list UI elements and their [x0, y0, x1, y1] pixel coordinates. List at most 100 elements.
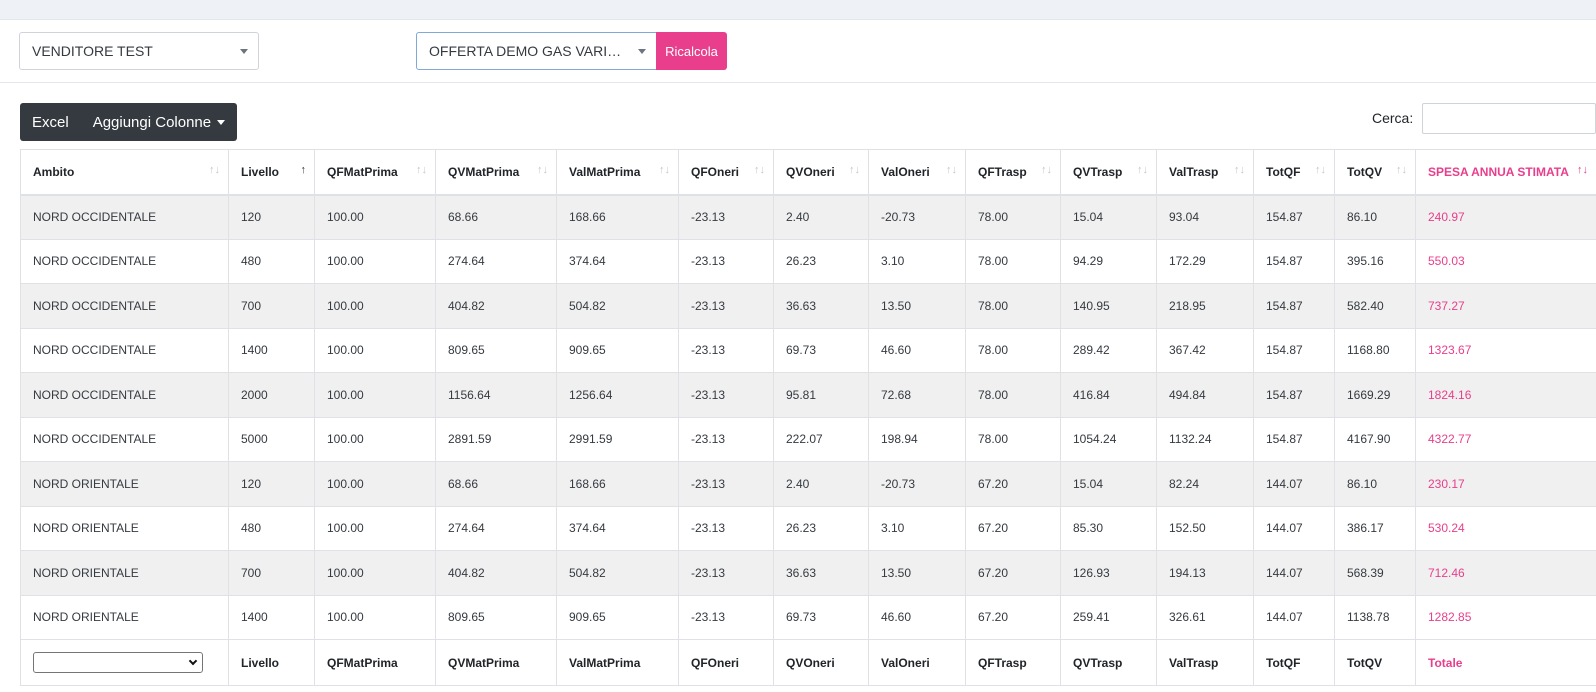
cell-totqv: 4167.90	[1334, 417, 1416, 462]
cell-totqf: 154.87	[1253, 239, 1335, 284]
cell-qvtrasp: 15.04	[1060, 194, 1157, 240]
cell-valmatprima: 168.66	[556, 461, 679, 507]
column-header-ambito[interactable]: Ambito ↑↓	[20, 149, 229, 196]
table-row[interactable]: NORD ORIENTALE 700 100.00 404.82 504.82 -23.1…	[20, 550, 1596, 596]
cell-totqv: 582.40	[1334, 283, 1416, 329]
cell-valmatprima: 909.65	[556, 595, 679, 640]
column-header-valtrasp[interactable]: ValTrasp ↑↓	[1156, 149, 1254, 196]
table-head: Ambito ↑↓ Livello ↑ QFMatPrima ↑↓ QVMatPrima ↑↓…	[20, 149, 1596, 196]
cell-ambito: NORD OCCIDENTALE	[20, 194, 229, 240]
cell-livello: 1400	[228, 595, 315, 640]
table-row[interactable]: NORD OCCIDENTALE 480 100.00 274.64 374.64 -23…	[20, 239, 1596, 284]
column-header-livello[interactable]: Livello ↑	[228, 149, 315, 196]
offerta-select[interactable]: OFFERTA DEMO GAS VARIA…	[416, 32, 657, 70]
column-header-label: QFMatPrima	[327, 164, 398, 179]
cell-livello: 120	[228, 194, 315, 240]
cell-qfmatprima: 100.00	[314, 194, 436, 240]
venditore-select[interactable]: VENDITORE TEST	[19, 32, 259, 70]
data-table-wrapper: Ambito ↑↓ Livello ↑ QFMatPrima ↑↓ QVMatPrima ↑↓…	[20, 149, 1596, 686]
cell-qvtrasp: 416.84	[1060, 372, 1157, 418]
cell-qfoneri: -23.13	[678, 461, 774, 507]
footer-cell-qvmatprima: QVMatPrima	[435, 639, 557, 686]
cell-valtrasp: 82.24	[1156, 461, 1254, 507]
search-label: Cerca:	[1372, 110, 1414, 126]
footer-cell-totqf: TotQF	[1253, 639, 1335, 686]
column-header-spesa-annua-stimata[interactable]: SPESA ANNUA STIMATA ↑↓	[1415, 149, 1596, 196]
cell-spesa-annua-stimata: 240.97	[1415, 194, 1596, 240]
cell-qvoneri: 95.81	[773, 372, 869, 418]
cell-qftrasp: 78.00	[965, 372, 1061, 418]
cell-qvmatprima: 809.65	[435, 328, 557, 373]
column-header-totqv[interactable]: TotQV ↑↓	[1334, 149, 1416, 196]
table-foot: Livello QFMatPrima QVMatPrima ValMatPrima QF…	[20, 639, 1596, 686]
table-row[interactable]: NORD OCCIDENTALE 5000 100.00 2891.59 2991.59…	[20, 417, 1596, 462]
cell-totqv: 386.17	[1334, 506, 1416, 551]
table-row[interactable]: NORD ORIENTALE 480 100.00 274.64 374.64 -23.1…	[20, 506, 1596, 551]
table-row[interactable]: NORD OCCIDENTALE 1400 100.00 809.65 909.65 -2…	[20, 328, 1596, 373]
ambito-filter-select[interactable]	[33, 652, 203, 673]
excel-button[interactable]: Excel	[20, 103, 81, 141]
column-header-qvmatprima[interactable]: QVMatPrima ↑↓	[435, 149, 557, 196]
table-row[interactable]: NORD OCCIDENTALE 120 100.00 68.66 168.66 -23.…	[20, 194, 1596, 240]
data-table: Ambito ↑↓ Livello ↑ QFMatPrima ↑↓ QVMatPrima ↑↓…	[20, 149, 1596, 686]
cell-livello: 1400	[228, 328, 315, 373]
cell-qvtrasp: 259.41	[1060, 595, 1157, 640]
cell-totqf: 144.07	[1253, 461, 1335, 507]
column-header-qfoneri[interactable]: QFOneri ↑↓	[678, 149, 774, 196]
cell-qftrasp: 78.00	[965, 417, 1061, 462]
sort-asc-icon: ↑	[300, 164, 307, 176]
cell-qvmatprima: 274.64	[435, 506, 557, 551]
sort-icon: ↑↓	[1315, 164, 1326, 176]
cell-totqf: 144.07	[1253, 595, 1335, 640]
cell-qvmatprima: 809.65	[435, 595, 557, 640]
cell-qvtrasp: 94.29	[1060, 239, 1157, 284]
chevron-down-icon	[240, 49, 248, 54]
column-header-qvtrasp[interactable]: QVTrasp ↑↓	[1060, 149, 1157, 196]
cell-totqv: 1669.29	[1334, 372, 1416, 418]
cell-qvtrasp: 1054.24	[1060, 417, 1157, 462]
search-input[interactable]	[1422, 103, 1596, 134]
table-row[interactable]: NORD ORIENTALE 1400 100.00 809.65 909.65 -23.…	[20, 595, 1596, 640]
footer-cell-qftrasp: QFTrasp	[965, 639, 1061, 686]
cell-totqv: 1168.80	[1334, 328, 1416, 373]
cell-livello: 700	[228, 283, 315, 329]
footer-cell-totqv: TotQV	[1334, 639, 1416, 686]
cell-valmatprima: 374.64	[556, 506, 679, 551]
cell-qfoneri: -23.13	[678, 417, 774, 462]
cell-qvtrasp: 85.30	[1060, 506, 1157, 551]
column-header-totqf[interactable]: TotQF ↑↓	[1253, 149, 1335, 196]
cell-totqf: 154.87	[1253, 417, 1335, 462]
ricalcola-button[interactable]: Ricalcola	[656, 32, 727, 70]
column-header-valoneri[interactable]: ValOneri ↑↓	[868, 149, 966, 196]
column-header-qfmatprima[interactable]: QFMatPrima ↑↓	[314, 149, 436, 196]
cell-ambito: NORD OCCIDENTALE	[20, 328, 229, 373]
table-row[interactable]: NORD OCCIDENTALE 2000 100.00 1156.64 1256.64…	[20, 372, 1596, 418]
column-header-label: TotQV	[1347, 164, 1383, 179]
cell-ambito: NORD ORIENTALE	[20, 550, 229, 596]
chevron-down-icon	[638, 49, 646, 54]
cell-valmatprima: 168.66	[556, 194, 679, 240]
sort-icon: ↑↓	[416, 164, 427, 176]
cell-totqf: 144.07	[1253, 550, 1335, 596]
cell-qvmatprima: 274.64	[435, 239, 557, 284]
footer-cell-ambito-filter	[20, 639, 229, 686]
cell-ambito: NORD OCCIDENTALE	[20, 239, 229, 284]
column-header-qvoneri[interactable]: QVOneri ↑↓	[773, 149, 869, 196]
caret-down-icon	[217, 119, 226, 125]
column-header-label: Ambito	[33, 164, 75, 179]
sort-icon: ↑↓	[1577, 164, 1588, 176]
cell-ambito: NORD ORIENTALE	[20, 595, 229, 640]
table-row[interactable]: NORD ORIENTALE 120 100.00 68.66 168.66 -23.13…	[20, 461, 1596, 507]
column-header-valmatprima[interactable]: ValMatPrima ↑↓	[556, 149, 679, 196]
cell-totqv: 86.10	[1334, 194, 1416, 240]
cell-spesa-annua-stimata: 1323.67	[1415, 328, 1596, 373]
cell-qvoneri: 69.73	[773, 595, 869, 640]
cell-valoneri: 46.60	[868, 595, 966, 640]
cell-ambito: NORD OCCIDENTALE	[20, 417, 229, 462]
cell-spesa-annua-stimata: 230.17	[1415, 461, 1596, 507]
column-header-label: SPESA ANNUA STIMATA	[1428, 164, 1569, 179]
cell-qfmatprima: 100.00	[314, 506, 436, 551]
column-header-qftrasp[interactable]: QFTrasp ↑↓	[965, 149, 1061, 196]
table-row[interactable]: NORD OCCIDENTALE 700 100.00 404.82 504.82 -23…	[20, 283, 1596, 329]
add-columns-button[interactable]: Aggiungi Colonne	[81, 103, 237, 141]
